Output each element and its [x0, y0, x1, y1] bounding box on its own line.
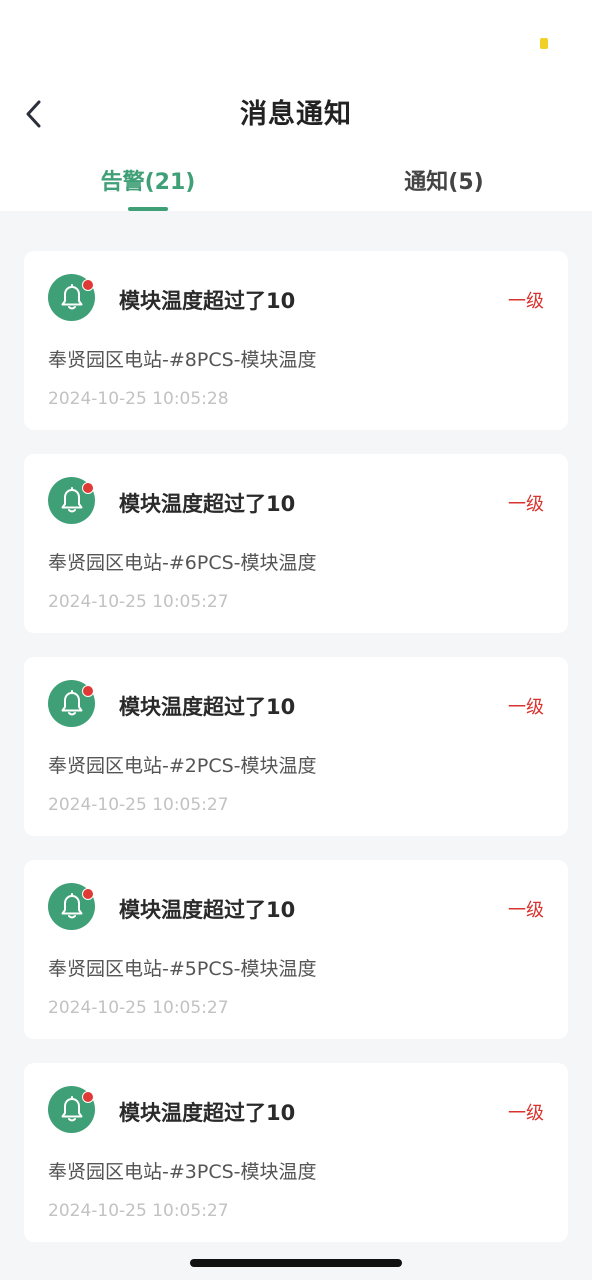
alert-time: 2024-10-25 10:05:28 [48, 389, 229, 409]
alert-source: 奉贤园区电站-#5PCS-模块温度 [48, 958, 317, 980]
unread-dot [82, 888, 94, 900]
alert-card[interactable]: 模块温度超过了10 一级 奉贤园区电站-#2PCS-模块温度 2024-10-2… [24, 657, 568, 836]
unread-dot [82, 482, 94, 494]
alert-level: 一级 [508, 291, 544, 312]
unread-dot [82, 685, 94, 697]
bell-icon [61, 689, 82, 715]
alert-title: 模块温度超过了10 [119, 695, 296, 719]
home-indicator [190, 1259, 402, 1267]
alert-level: 一级 [508, 494, 544, 515]
alert-time: 2024-10-25 10:05:27 [48, 998, 229, 1018]
bell-icon [61, 892, 82, 918]
alert-time: 2024-10-25 10:05:27 [48, 795, 229, 815]
page-header: 消息通知 告警(21) 通知(5) [0, 80, 592, 211]
alert-level: 一级 [508, 697, 544, 718]
alert-card[interactable]: 模块温度超过了10 一级 奉贤园区电站-#3PCS-模块温度 2024-10-2… [24, 1063, 568, 1242]
alert-avatar [48, 680, 95, 727]
alert-card[interactable]: 模块温度超过了10 一级 奉贤园区电站-#5PCS-模块温度 2024-10-2… [24, 860, 568, 1039]
alert-level: 一级 [508, 900, 544, 921]
alert-avatar [48, 274, 95, 321]
alert-avatar [48, 1086, 95, 1133]
status-bar [0, 0, 592, 80]
alert-card[interactable]: 模块温度超过了10 一级 奉贤园区电站-#8PCS-模块温度 2024-10-2… [24, 251, 568, 430]
alert-source: 奉贤园区电站-#6PCS-模块温度 [48, 552, 317, 574]
bell-icon [61, 486, 82, 512]
unread-dot [82, 1091, 94, 1103]
alert-source: 奉贤园区电站-#3PCS-模块温度 [48, 1161, 317, 1183]
bell-icon [61, 283, 82, 309]
alert-title: 模块温度超过了10 [119, 1101, 296, 1125]
alert-source: 奉贤园区电站-#2PCS-模块温度 [48, 755, 317, 777]
unread-dot [82, 279, 94, 291]
tab-notice[interactable]: 通知(5) [344, 164, 544, 196]
alert-list: 模块温度超过了10 一级 奉贤园区电站-#8PCS-模块温度 2024-10-2… [24, 251, 568, 1266]
alert-avatar [48, 883, 95, 930]
alert-title: 模块温度超过了10 [119, 492, 296, 516]
alert-time: 2024-10-25 10:05:27 [48, 592, 229, 612]
tab-bar: 告警(21) 通知(5) [0, 160, 592, 211]
active-tab-indicator [128, 207, 168, 211]
battery-indicator-icon [540, 38, 548, 49]
alert-title: 模块温度超过了10 [119, 898, 296, 922]
alert-time: 2024-10-25 10:05:27 [48, 1201, 229, 1221]
page-title: 消息通知 [240, 99, 352, 130]
alert-source: 奉贤园区电站-#8PCS-模块温度 [48, 349, 317, 371]
tab-alarm[interactable]: 告警(21) [48, 164, 248, 196]
alert-level: 一级 [508, 1103, 544, 1124]
alert-card[interactable]: 模块温度超过了10 一级 奉贤园区电站-#6PCS-模块温度 2024-10-2… [24, 454, 568, 633]
bell-icon [61, 1095, 82, 1121]
alert-title: 模块温度超过了10 [119, 289, 296, 313]
alert-avatar [48, 477, 95, 524]
